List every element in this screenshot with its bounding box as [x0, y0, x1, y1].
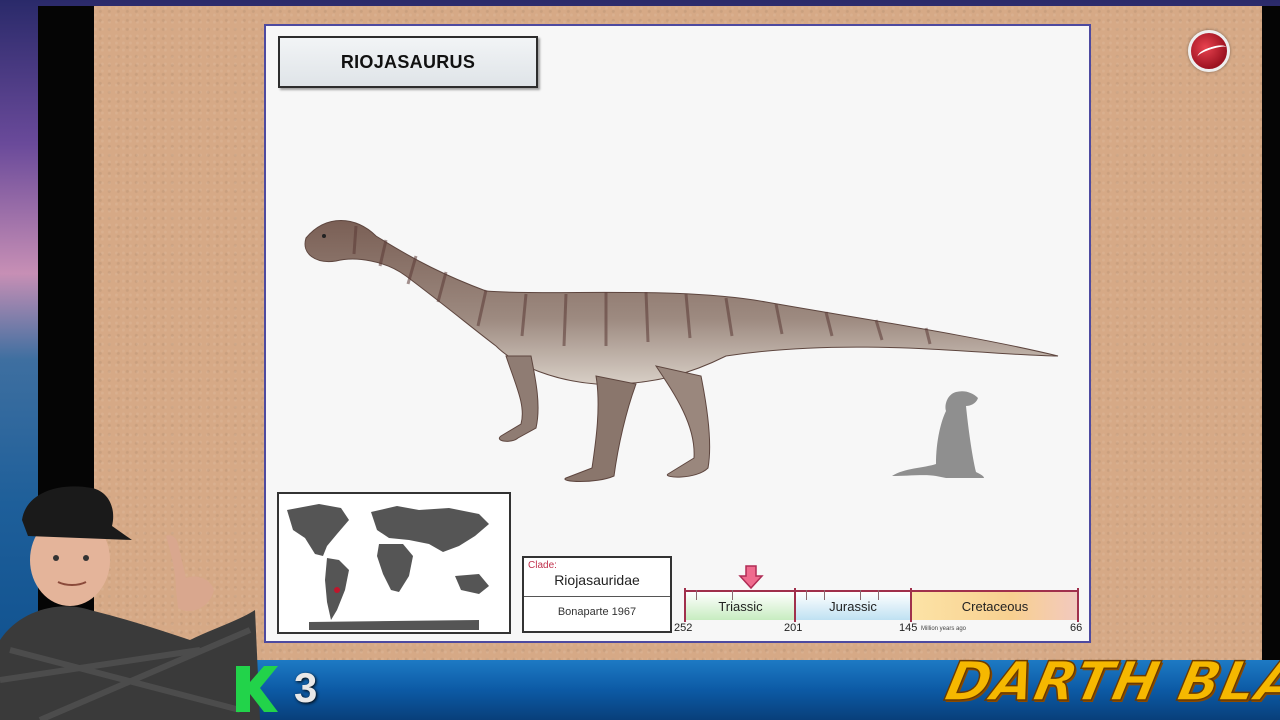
k-logo-icon	[236, 666, 278, 712]
tick-minor	[732, 590, 733, 600]
distribution-map	[277, 492, 511, 634]
channel-logo-icon	[1188, 30, 1230, 72]
clade-author: Bonaparte 1967	[557, 606, 637, 618]
tick-label-201: 201	[784, 622, 803, 634]
clade-label: Clade:	[528, 560, 557, 571]
clade-name: Riojasauridae	[554, 572, 640, 588]
period-triassic: Triassic	[686, 590, 795, 620]
tick-minor	[860, 590, 861, 600]
location-marker	[334, 587, 340, 593]
tick-major	[684, 588, 686, 622]
world-map-graphic	[279, 494, 509, 632]
period-jurassic: Jurassic	[795, 590, 911, 620]
dinosaur-illustration	[304, 220, 1059, 482]
k-count: 3	[294, 664, 318, 711]
tick-label-252: 252	[674, 622, 693, 634]
tick-major	[910, 588, 912, 622]
webcam-presenter	[0, 486, 260, 720]
tick-major	[1077, 588, 1079, 622]
unit-label: Million years ago	[921, 626, 967, 632]
brand-logo-text: DARTH BLAZE	[939, 649, 1280, 714]
tick-minor	[696, 590, 697, 600]
tick-major	[794, 588, 796, 622]
frame-right	[1262, 6, 1280, 660]
tick-minor	[806, 590, 807, 600]
timeline-arrow-icon	[738, 565, 764, 590]
clade-divider	[524, 596, 670, 597]
period-cretaceous: Cretaceous	[911, 590, 1079, 620]
geologic-timeline: Triassic Jurassic Cretaceous 252 201 145…	[674, 564, 1084, 640]
info-slide: RIOJASAURUS Clade: Riojasauridae Bonapar…	[264, 24, 1091, 643]
tick-minor	[824, 590, 825, 600]
tick-minor	[878, 590, 879, 600]
clade-box: Clade: Riojasauridae Bonaparte 1967	[522, 556, 672, 633]
slide-title: RIOJASAURUS	[278, 36, 538, 88]
tick-label-145: 145	[899, 622, 918, 634]
tick-label-66: 66	[1070, 622, 1083, 634]
